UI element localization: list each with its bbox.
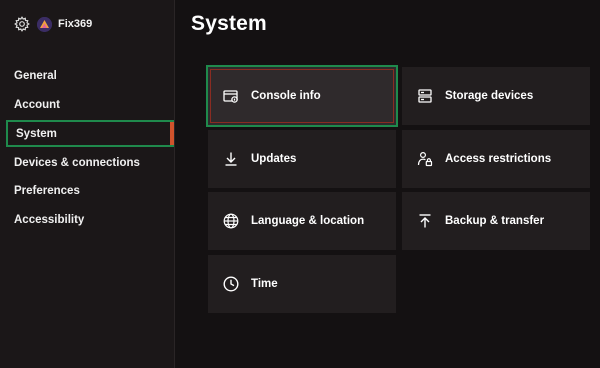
- access-restrictions-tile[interactable]: Access restrictions: [402, 130, 590, 188]
- sidebar-item-system[interactable]: System: [6, 120, 174, 148]
- download-icon: [222, 150, 240, 168]
- sidebar-item-preferences[interactable]: Preferences: [6, 177, 174, 206]
- storage-icon: [416, 87, 434, 105]
- tile-label: Access restrictions: [445, 153, 552, 165]
- language-location-tile[interactable]: Language & location: [208, 192, 396, 250]
- sidebar-item-label: Account: [14, 99, 60, 112]
- profile-header: Fix369: [14, 14, 92, 34]
- sidebar-item-accessibility[interactable]: Accessibility: [6, 206, 174, 235]
- page-title: System: [191, 12, 267, 35]
- updates-tile[interactable]: Updates: [208, 130, 396, 188]
- selection-accent-bar: [170, 122, 174, 146]
- tile-label: Updates: [251, 153, 297, 165]
- sidebar-nav: General Account System Devices & connect…: [6, 62, 174, 234]
- upload-icon: [416, 212, 434, 230]
- sidebar-item-label: Devices & connections: [14, 156, 140, 169]
- sidebar-item-devices-connections[interactable]: Devices & connections: [6, 148, 174, 177]
- tile-label: Backup & transfer: [445, 215, 545, 227]
- tile-label: Console info: [251, 90, 321, 102]
- sidebar-item-label: System: [16, 127, 57, 140]
- sidebar: Fix369 General Account System Devices & …: [0, 0, 175, 368]
- console-info-icon: [222, 87, 240, 105]
- clock-icon: [222, 275, 240, 293]
- access-restrictions-icon: [416, 150, 434, 168]
- sidebar-item-label: Accessibility: [14, 214, 85, 227]
- tile-label: Language & location: [251, 215, 365, 227]
- sidebar-item-label: General: [14, 70, 57, 83]
- avatar[interactable]: [37, 16, 52, 32]
- sidebar-item-account[interactable]: Account: [6, 91, 174, 120]
- tile-label: Time: [251, 278, 278, 290]
- globe-icon: [222, 212, 240, 230]
- console-info-tile[interactable]: Console info: [206, 65, 398, 127]
- gear-icon[interactable]: [14, 16, 30, 32]
- gamertag[interactable]: Fix369: [58, 18, 92, 30]
- tile-label: Storage devices: [445, 90, 534, 102]
- sidebar-item-label: Preferences: [14, 185, 80, 198]
- backup-transfer-tile[interactable]: Backup & transfer: [402, 192, 590, 250]
- storage-devices-tile[interactable]: Storage devices: [402, 67, 590, 125]
- sidebar-item-general[interactable]: General: [6, 62, 174, 91]
- time-tile[interactable]: Time: [208, 255, 396, 313]
